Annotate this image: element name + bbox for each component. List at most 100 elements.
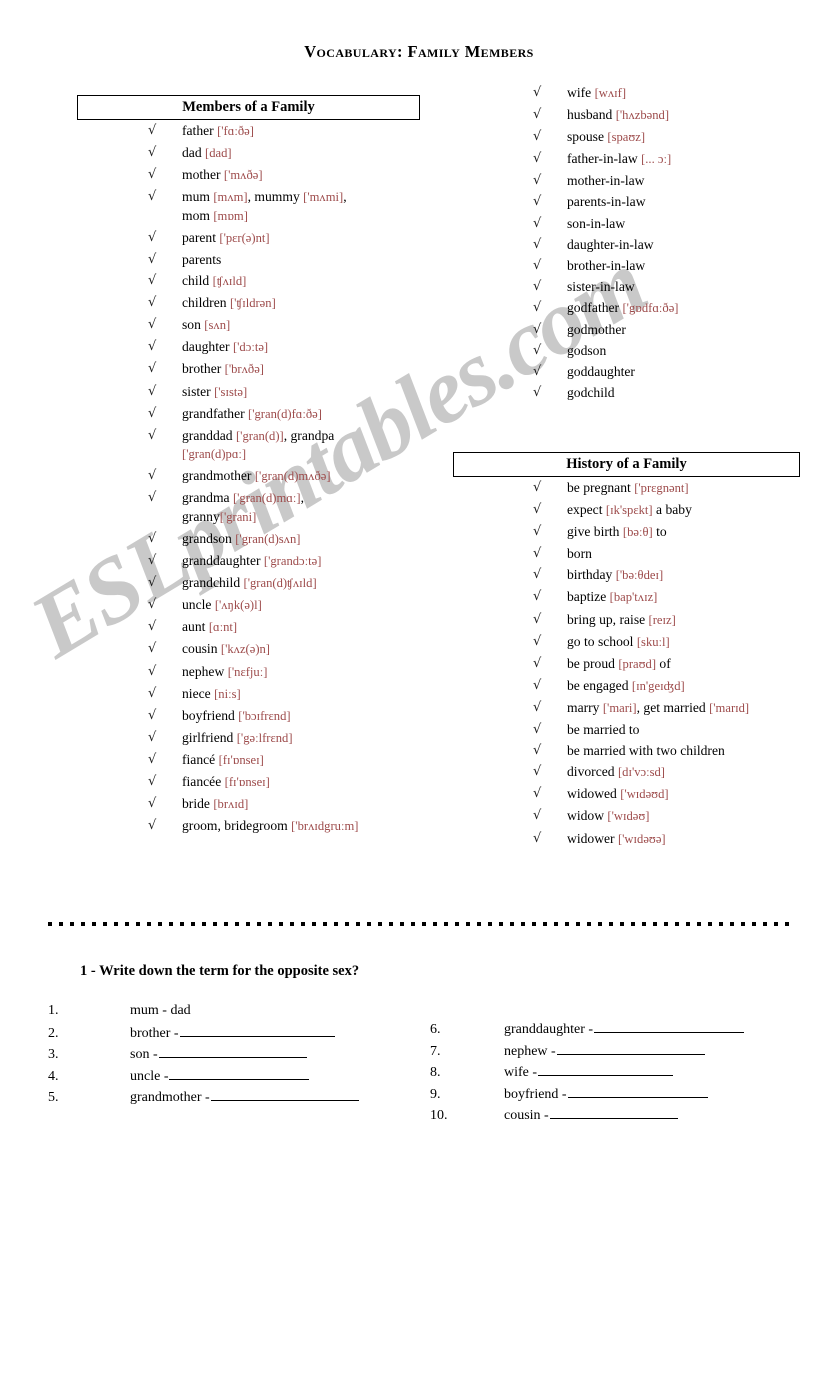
checkmark-icon: √: [533, 677, 542, 693]
vocab-ipa: [... ɔː]: [641, 152, 672, 167]
checkmark-icon: √: [533, 524, 542, 540]
vocab-term: bride: [182, 796, 214, 812]
vocab-item: √ give birth [bəːθ] to: [533, 523, 838, 542]
vocab-ipa: [bap'tʌɪz]: [609, 590, 658, 605]
answer-blank[interactable]: [210, 1086, 359, 1101]
checkmark-icon: √: [533, 364, 542, 380]
dotted-divider: [48, 921, 790, 927]
vocab-item: √ parent ['pɛr(ə)nt]: [148, 229, 448, 248]
exercise-row: 2. brother -: [48, 1022, 418, 1044]
vocab-item: √ widowed ['wɪdəʊd]: [533, 785, 838, 804]
checkmark-icon: √: [533, 722, 542, 738]
vocab-item: √ cousin ['kʌz(ə)n]: [148, 640, 448, 659]
answer-blank[interactable]: [158, 1043, 307, 1058]
vocab-term: children: [182, 295, 230, 311]
vocab-term: granddad: [182, 427, 236, 443]
answer-blank[interactable]: [567, 1083, 708, 1098]
vocab-item: √ uncle ['ʌŋk(ə)l]: [148, 596, 448, 615]
checkmark-icon: √: [533, 502, 542, 518]
vocab-ipa: [niːs]: [214, 686, 241, 701]
exercise-title: 1 - Write down the term for the opposite…: [80, 963, 360, 979]
exercise-prompt-word: nephew -: [504, 1043, 556, 1059]
exercise-number: 7.: [430, 1043, 441, 1059]
checkmark-icon: √: [148, 229, 157, 245]
vocab-ipa: ['sɪstə]: [214, 384, 248, 399]
vocab-ipa: [fɪ'ɒnseɪ]: [224, 775, 270, 790]
worksheet-page: ESLprintables.com Vocabulary: Family Mem…: [0, 0, 838, 1389]
vocab-term: nephew: [182, 663, 228, 679]
checkmark-icon: √: [148, 597, 157, 613]
vocab-item: √ granddad ['gran(d)], grandpa ['gran(d)pɑ…: [148, 427, 448, 464]
vocab-item: √ daughter-in-law: [533, 236, 833, 254]
checkmark-icon: √: [533, 129, 542, 145]
vocab-term: brother-in-law: [567, 257, 646, 273]
vocab-item: √ godmother: [533, 321, 833, 339]
vocab-item: √ bring up, raise [reɪz]: [533, 611, 838, 630]
vocab-term: fiancée: [182, 774, 225, 790]
vocab-item: √ son [sʌn]: [148, 316, 448, 335]
vocab-term: grandmother: [182, 468, 255, 484]
checkmark-icon: √: [148, 751, 157, 767]
vocab-term: be pregnant: [567, 480, 635, 495]
vocab-item: √ parents: [148, 251, 448, 269]
vocab-term: dad: [182, 145, 206, 161]
vocab-item: √ parents-in-law: [533, 193, 833, 211]
vocab-item: √ son-in-law: [533, 215, 833, 233]
answer-blank[interactable]: [538, 1061, 674, 1076]
vocab-term: child: [182, 273, 213, 289]
vocab-item: √ birthday ['bəːθdeɪ]: [533, 566, 838, 585]
vocab-item: √ sister-in-law: [533, 278, 833, 296]
exercise-number: 1.: [48, 1003, 59, 1018]
vocab-item: √ fiancé [fɪ'ɒnseɪ]: [148, 751, 448, 770]
vocab-item: √ godson: [533, 342, 833, 360]
answer-blank[interactable]: [594, 1018, 745, 1033]
vocab-term: godmother: [567, 322, 626, 338]
vocab-ipa: [brʌɪd]: [213, 797, 249, 812]
vocab-item: √ children ['ʧɪldrən]: [148, 294, 448, 313]
exercise-prompt-word: boyfriend -: [504, 1086, 567, 1102]
vocab-term-secondary: a baby: [652, 502, 692, 518]
vocab-item: √ daughter ['dɔːtə]: [148, 338, 448, 357]
vocab-ipa: ['mari]: [602, 700, 637, 715]
vocab-item: √ sister ['sɪstə]: [148, 383, 448, 402]
vocab-term: son-in-law: [567, 215, 626, 231]
exercise-prompt-word: granddaughter -: [504, 1022, 594, 1037]
vocab-list-history: √ be pregnant ['prɛgnənt] √ expect [ɪk'spɛk…: [533, 479, 838, 852]
vocab-term: godchild: [567, 385, 615, 401]
vocab-term: godson: [567, 343, 607, 359]
vocab-ipa: ['fɑːðə]: [217, 124, 254, 138]
answer-blank[interactable]: [169, 1065, 310, 1080]
vocab-item: √ marry ['mari], get married ['marɪd]: [533, 699, 838, 718]
vocab-item: √ expect [ɪk'spɛkt] a baby: [533, 501, 838, 520]
checkmark-icon: √: [533, 257, 542, 273]
answer-blank[interactable]: [556, 1040, 705, 1055]
answer-blank[interactable]: [179, 1022, 335, 1037]
vocab-item: √ husband ['hʌzbənd]: [533, 106, 833, 125]
checkmark-icon: √: [148, 339, 157, 355]
vocab-term: give birth: [567, 524, 623, 540]
answer-blank[interactable]: [549, 1104, 678, 1119]
vocab-item: √ fiancée [fɪ'ɒnseɪ]: [148, 773, 448, 792]
vocab-ipa: [skuːl]: [636, 634, 670, 649]
checkmark-icon: √: [148, 317, 157, 333]
vocab-item: √ mother ['mʌðə]: [148, 166, 448, 185]
exercise-row: 6. granddaughter -: [430, 1018, 810, 1040]
exercise-number: 2.: [48, 1025, 59, 1041]
vocab-term: father-in-law: [567, 151, 642, 167]
exercise-row: 1. mum - dad: [48, 1000, 418, 1022]
exercise-row: 5. grandmother -: [48, 1086, 418, 1108]
vocab-term: grandma: [182, 490, 233, 506]
exercise-row: 7. nephew -: [430, 1040, 810, 1062]
vocab-term: fiancé: [182, 751, 219, 767]
vocab-item: √ grandmother ['gran(d)mʌðə]: [148, 467, 448, 486]
section-header-history: History of a Family: [453, 452, 800, 477]
checkmark-icon: √: [148, 553, 157, 569]
vocab-term-secondary: to: [652, 524, 667, 540]
exercise-column-right: 6. granddaughter - 7. nephew - 8. wife - 9. boy…: [430, 1018, 810, 1126]
vocab-term: bring up, raise: [567, 611, 649, 627]
vocab-ipa-wrap: ['gran(d)pɑː]: [182, 447, 247, 462]
checkmark-icon: √: [533, 215, 542, 231]
checkmark-icon: √: [148, 707, 157, 723]
vocab-term: father: [182, 123, 218, 138]
checkmark-icon: √: [533, 85, 542, 100]
